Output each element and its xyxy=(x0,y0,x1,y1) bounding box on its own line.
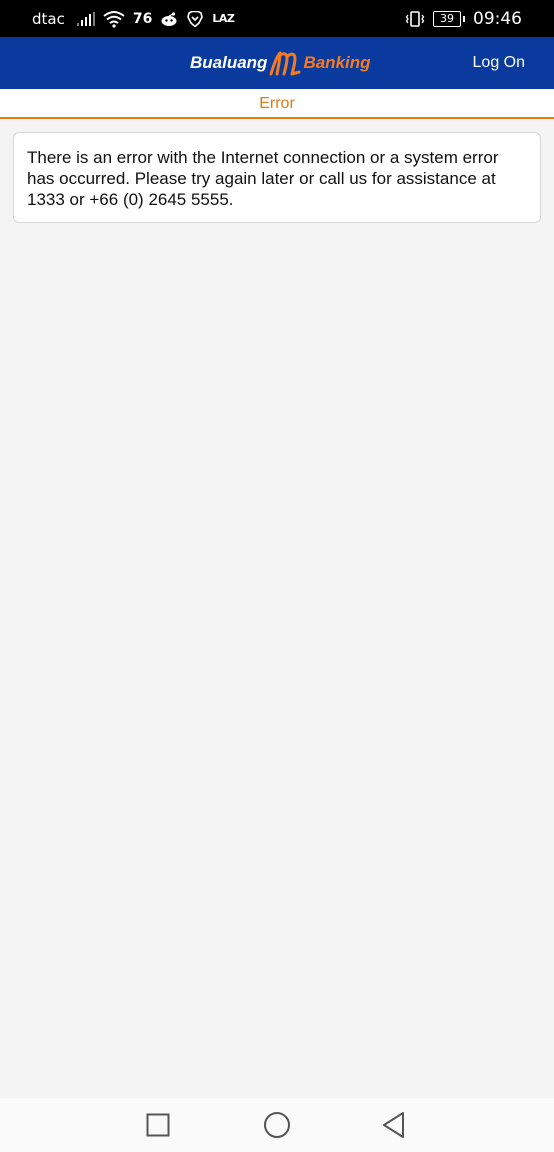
log-on-button[interactable]: Log On xyxy=(473,37,525,89)
brave-icon xyxy=(187,10,204,27)
bualuang-mbanking-logo: Bualuang Banking xyxy=(190,50,371,76)
back-triangle-icon xyxy=(383,1112,404,1138)
lazada-icon: LAZ xyxy=(212,12,235,25)
signal-icon xyxy=(76,11,95,26)
page-title: Error xyxy=(259,95,295,112)
back-button[interactable] xyxy=(364,1098,424,1152)
square-icon xyxy=(146,1113,170,1137)
circle-icon xyxy=(264,1112,290,1138)
reddit-icon xyxy=(161,11,177,26)
home-button[interactable] xyxy=(247,1098,307,1152)
error-message: There is an error with the Internet conn… xyxy=(27,148,499,209)
vibrate-icon xyxy=(405,10,425,27)
status-right: 39 09:46 xyxy=(405,0,522,37)
navigation-bar xyxy=(0,1098,554,1152)
network-badge: 76 xyxy=(132,10,153,27)
logo-m-icon xyxy=(269,51,301,76)
clock: 09:46 xyxy=(473,8,522,29)
page-title-bar: Error xyxy=(0,89,554,119)
carrier-label: dtac xyxy=(32,9,65,28)
logo-text-left: Bualuang xyxy=(190,53,268,72)
logo-text-right: Banking xyxy=(303,53,371,72)
status-bar: dtac 76 LAZ 39 09:46 xyxy=(0,0,554,37)
error-card: There is an error with the Internet conn… xyxy=(13,132,541,223)
status-left: dtac 76 LAZ xyxy=(32,0,235,37)
wifi-icon xyxy=(103,10,125,28)
battery-icon: 39 xyxy=(433,10,465,27)
recent-apps-button[interactable] xyxy=(128,1098,188,1152)
app-header: Bualuang Banking Log On xyxy=(0,37,554,89)
